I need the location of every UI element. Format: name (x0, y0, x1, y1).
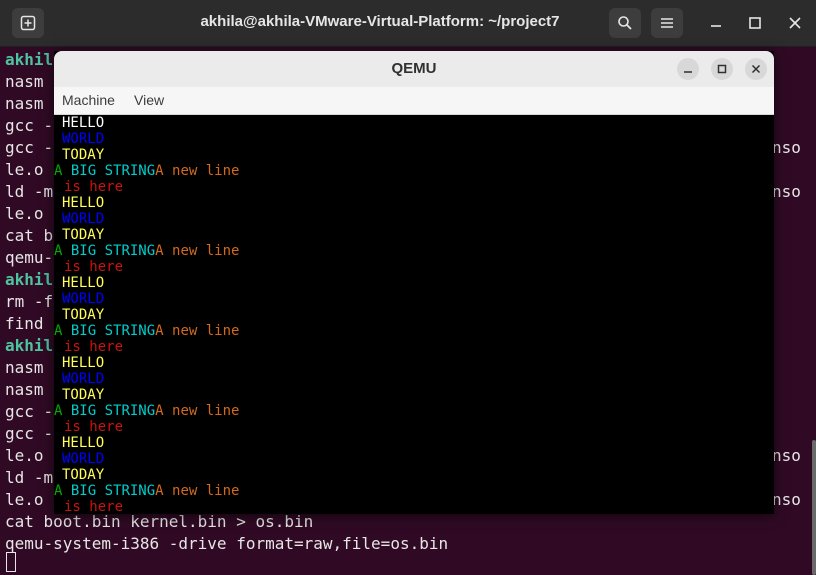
terminal-line-fragment: nso (772, 138, 801, 157)
menu-machine[interactable]: Machine (62, 92, 115, 108)
vga-segment: A new line (155, 403, 240, 419)
terminal-line: nasm (5, 72, 54, 91)
vga-segment: BIG STRING (62, 163, 156, 179)
search-button[interactable] (609, 8, 641, 38)
maximize-button[interactable] (744, 12, 766, 34)
vga-segment: BIG STRING (62, 323, 156, 339)
terminal-line-fragment: nso (772, 446, 801, 465)
vga-segment: BIG STRING (62, 483, 156, 499)
terminal-line: gcc - (5, 138, 54, 157)
maximize-icon (749, 17, 761, 29)
terminal-line: rm -f (5, 292, 54, 311)
terminal-title: akhila@akhila-VMware-Virtual-Platform: ~… (200, 13, 560, 30)
terminal-line: ld -m (5, 468, 54, 487)
menu-view[interactable]: View (134, 92, 164, 108)
terminal-line: qemu-system-i386 -drive format=raw,file=… (5, 534, 449, 553)
qemu-menubar: Machine View (54, 87, 774, 115)
vga-line: WORLD (62, 371, 105, 387)
vga-line: WORLD (62, 451, 105, 467)
vga-line: TODAY (62, 147, 105, 163)
close-icon (751, 64, 761, 74)
vga-segment: BIG STRING (62, 403, 156, 419)
vga-line: A BIG STRINGA new line (54, 163, 239, 179)
vga-line: is here (64, 179, 124, 195)
terminal-line: nasm (5, 380, 54, 399)
terminal-line-fragment: nso (772, 182, 801, 201)
terminal-line: cat b (5, 226, 54, 245)
menu-button[interactable] (651, 8, 683, 38)
terminal-line: le.o (5, 490, 54, 509)
maximize-icon (717, 64, 727, 74)
terminal-line: cat boot.bin kernel.bin > os.bin (5, 512, 314, 531)
terminal-line: le.o (5, 160, 54, 179)
vga-line: A BIG STRINGA new line (54, 483, 239, 499)
vga-segment: A new line (155, 163, 240, 179)
minimize-icon (711, 25, 721, 27)
close-icon (789, 17, 801, 29)
vga-segment: A new line (155, 323, 240, 339)
qemu-close-button[interactable] (745, 58, 767, 80)
vga-line: HELLO (62, 115, 105, 131)
terminal-line: gcc - (5, 116, 54, 135)
vga-line: is here (64, 419, 124, 435)
qemu-titlebar[interactable]: QEMU (54, 51, 774, 87)
vga-line: is here (64, 339, 124, 355)
terminal-line: find (5, 314, 54, 333)
vga-line: TODAY (62, 307, 105, 323)
qemu-vga-screen[interactable]: HELLO WORLD TODAY A BIG STRINGA new line is … (54, 115, 774, 514)
vga-line: TODAY (62, 467, 105, 483)
vga-line: TODAY (62, 227, 105, 243)
new-tab-icon (20, 15, 36, 31)
terminal-headerbar: akhila@akhila-VMware-Virtual-Platform: ~… (0, 0, 816, 47)
vga-line: A BIG STRINGA new line (54, 403, 239, 419)
vga-line: HELLO (62, 435, 105, 451)
terminal-line: qemu- (5, 248, 54, 267)
new-tab-button[interactable] (12, 8, 44, 38)
vga-line: TODAY (62, 387, 105, 403)
terminal-cursor (6, 552, 16, 572)
vga-line: WORLD (62, 291, 105, 307)
vga-line: is here (64, 499, 124, 514)
qemu-minimize-button[interactable] (677, 58, 699, 80)
vga-line: A BIG STRINGA new line (54, 323, 239, 339)
terminal-line: nasm (5, 94, 54, 113)
terminal-line: gcc - (5, 424, 54, 443)
vga-segment: BIG STRING (62, 243, 156, 259)
minimize-button[interactable] (705, 12, 727, 34)
vga-line: HELLO (62, 195, 105, 211)
vga-line: WORLD (62, 131, 105, 147)
vga-segment: A new line (155, 243, 240, 259)
vga-line: HELLO (62, 275, 105, 291)
qemu-title: QEMU (391, 60, 437, 77)
search-icon (618, 16, 632, 30)
vga-segment: A new line (155, 483, 240, 499)
terminal-line: le.o (5, 446, 54, 465)
terminal-scrollbar[interactable] (812, 440, 816, 575)
terminal-line: ld -m (5, 182, 54, 201)
terminal-line: le.o (5, 204, 54, 223)
terminal-line: akhil (5, 270, 54, 289)
close-button[interactable] (784, 12, 806, 34)
terminal-line: akhil (5, 336, 54, 355)
vga-line: A BIG STRINGA new line (54, 243, 239, 259)
terminal-line: nasm (5, 358, 54, 377)
qemu-maximize-button[interactable] (711, 58, 733, 80)
vga-line: is here (64, 259, 124, 275)
terminal-line: akhil (5, 50, 54, 69)
terminal-line: gcc - (5, 402, 54, 421)
vga-line: WORLD (62, 211, 105, 227)
vga-line: HELLO (62, 355, 105, 371)
qemu-window[interactable]: QEMU Machine View HELLO WORLD TODAY A BIG S… (54, 51, 774, 514)
minimize-icon (684, 71, 692, 73)
terminal-line-fragment: nso (772, 490, 801, 509)
hamburger-icon (661, 18, 673, 28)
